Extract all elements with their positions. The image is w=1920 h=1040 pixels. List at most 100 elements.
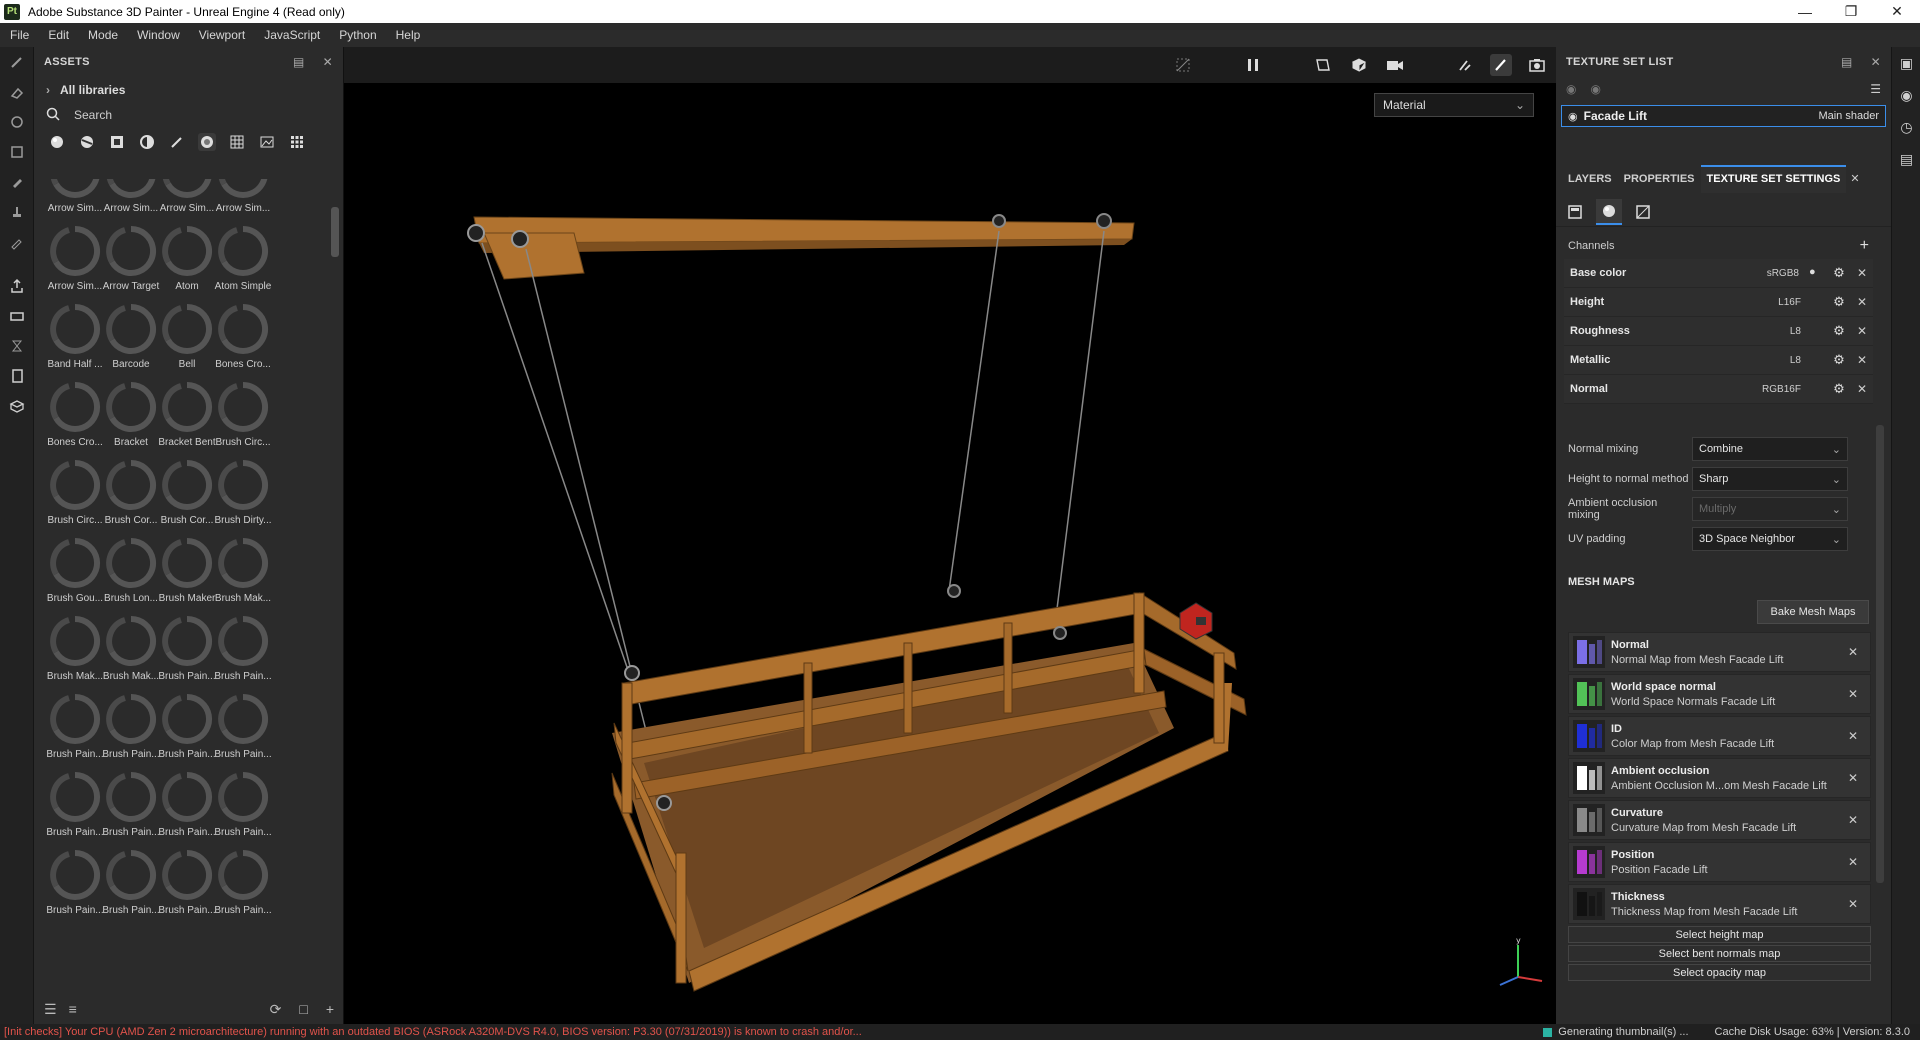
color-profile-icon[interactable]: ● <box>1809 266 1823 280</box>
restore-button[interactable]: ❐ <box>1828 0 1874 23</box>
mesh-map-source[interactable]: Normal Map from Mesh Facade Lift <box>1611 654 1783 666</box>
channel-format[interactable]: L8 <box>1790 355 1801 366</box>
camera-icon[interactable] <box>1384 54 1406 76</box>
channel-row[interactable]: Metallic L8 ⚙ ✕ <box>1564 346 1873 375</box>
pause-icon[interactable] <box>1242 54 1264 76</box>
mesh-map-source[interactable]: World Space Normals Facade Lift <box>1611 696 1775 708</box>
select-opacity-map-button[interactable]: Select opacity map <box>1568 964 1871 981</box>
undock-icon[interactable]: ▤ <box>293 55 305 69</box>
symmetry-icon[interactable] <box>1454 54 1476 76</box>
procedural-filter-icon[interactable] <box>138 133 156 151</box>
texture-set-icon[interactable] <box>1562 199 1588 225</box>
paint-brush-icon[interactable] <box>0 47 34 77</box>
grid-view-icon[interactable] <box>288 133 306 151</box>
asset-thumbnail[interactable]: Brush Mak... <box>210 533 276 611</box>
clone-stamp-icon[interactable] <box>0 197 34 227</box>
close-icon[interactable]: ✕ <box>1848 771 1858 785</box>
mesh-map-row[interactable]: ID Color Map from Mesh Facade Lift ✕ <box>1568 716 1871 756</box>
history-icon[interactable]: ◷ <box>1892 111 1920 143</box>
menu-python[interactable]: Python <box>339 28 376 42</box>
refresh-icon[interactable]: ⟳ <box>270 1001 282 1018</box>
mesh-map-source[interactable]: Thickness Map from Mesh Facade Lift <box>1611 906 1797 918</box>
channel-row[interactable]: Base color sRGB8 ● ⚙ ✕ <box>1564 259 1873 288</box>
document-icon[interactable] <box>0 361 34 391</box>
asset-thumbnail[interactable]: Brush Dirty... <box>210 455 276 533</box>
menu-javascript[interactable]: JavaScript <box>264 28 320 42</box>
paint-mode-icon[interactable] <box>1490 54 1512 76</box>
2d-view-icon[interactable] <box>1312 54 1334 76</box>
alpha-filter-icon[interactable] <box>198 133 216 151</box>
geometry-mask-icon[interactable] <box>0 137 34 167</box>
cube-icon[interactable] <box>0 391 34 421</box>
show-all-icon[interactable]: ◉ <box>1590 82 1600 96</box>
close-icon[interactable]: ✕ <box>1848 855 1858 869</box>
gear-icon[interactable]: ⚙ <box>1831 294 1847 310</box>
undock-icon[interactable]: ▤ <box>1841 55 1853 69</box>
mesh-map-row[interactable]: World space normal World Space Normals Fa… <box>1568 674 1871 714</box>
gear-icon[interactable]: ⚙ <box>1831 265 1847 281</box>
mask-filter-icon[interactable] <box>108 133 126 151</box>
add-channel-icon[interactable]: + <box>1860 237 1869 255</box>
texture-set-shader[interactable]: Main shader <box>1818 110 1879 122</box>
eye-icon[interactable]: ◉ <box>1568 110 1578 123</box>
eraser-icon[interactable] <box>0 77 34 107</box>
close-icon[interactable]: ✕ <box>1857 324 1867 338</box>
error-message[interactable]: [Init checks] Your CPU (AMD Zen 2 microa… <box>4 1026 864 1038</box>
asset-thumbnail[interactable]: Bones Cro... <box>210 299 276 377</box>
hide-all-icon[interactable]: ◉ <box>1566 82 1576 96</box>
list-view-icon[interactable]: ☰ <box>44 1001 57 1018</box>
mesh-map-row[interactable]: Normal Normal Map from Mesh Facade Lift ✕ <box>1568 632 1871 672</box>
collapse-icon[interactable]: ≡ <box>69 1001 77 1017</box>
channel-row[interactable]: Height L16F ⚙ ✕ <box>1564 288 1873 317</box>
close-icon[interactable]: ✕ <box>1848 897 1858 911</box>
menu-file[interactable]: File <box>10 28 29 42</box>
close-icon[interactable]: ✕ <box>1848 729 1858 743</box>
texture-filter-icon[interactable] <box>228 133 246 151</box>
menu-viewport[interactable]: Viewport <box>199 28 245 42</box>
channel-format[interactable]: L16F <box>1778 297 1801 308</box>
mesh-map-row[interactable]: Thickness Thickness Map from Mesh Facade … <box>1568 884 1871 924</box>
channel-format[interactable]: sRGB8 <box>1767 268 1799 279</box>
viewport[interactable]: Material ⌄ y <box>344 47 1556 1024</box>
uv-padding-select[interactable]: 3D Space Neighbor ⌄ <box>1692 527 1848 551</box>
log-icon[interactable]: ▤ <box>1892 143 1920 175</box>
mesh-map-source[interactable]: Color Map from Mesh Facade Lift <box>1611 738 1774 750</box>
brush-filter-icon[interactable] <box>168 133 186 151</box>
asset-thumbnail[interactable]: Brush Pain... <box>210 767 276 845</box>
asset-thumbnail[interactable]: Brush Circ... <box>210 377 276 455</box>
add-icon[interactable]: + <box>326 1001 334 1018</box>
gear-icon[interactable]: ⚙ <box>1831 381 1847 397</box>
menu-help[interactable]: Help <box>396 28 421 42</box>
bake-icon[interactable] <box>0 301 34 331</box>
color-picker-icon[interactable] <box>0 227 34 257</box>
settings-scrollbar[interactable] <box>1876 425 1884 883</box>
hide-icon[interactable] <box>1172 54 1194 76</box>
channel-format[interactable]: RGB16F <box>1762 384 1801 395</box>
asset-thumbnail[interactable]: Brush Pain... <box>210 611 276 689</box>
select-height-map-button[interactable]: Select height map <box>1568 926 1871 943</box>
asset-thumbnail[interactable]: Atom Simple <box>210 221 276 299</box>
texture-set-item[interactable]: ◉ Facade Lift Main shader <box>1561 105 1886 127</box>
menu-icon[interactable]: ☰ <box>1870 82 1881 96</box>
projection-icon[interactable] <box>0 107 34 137</box>
close-panel-icon[interactable]: ✕ <box>1871 55 1881 69</box>
bake-mesh-maps-button[interactable]: Bake Mesh Maps <box>1757 600 1869 624</box>
asset-thumbnail[interactable]: Brush Pain... <box>210 689 276 767</box>
search-input[interactable]: Search <box>74 108 112 122</box>
asset-search[interactable]: Search <box>34 103 343 127</box>
mesh-map-row[interactable]: Curvature Curvature Map from Mesh Facade … <box>1568 800 1871 840</box>
close-icon[interactable]: ✕ <box>1848 813 1858 827</box>
channel-row[interactable]: Roughness L8 ⚙ ✕ <box>1564 317 1873 346</box>
folder-icon[interactable]: □ <box>299 1001 307 1018</box>
close-icon[interactable]: ✕ <box>1857 353 1867 367</box>
mesh-map-source[interactable]: Position Facade Lift <box>1611 864 1708 876</box>
height-to-normal-select[interactable]: Sharp ⌄ <box>1692 467 1848 491</box>
libraries-selector[interactable]: › All libraries <box>34 77 343 103</box>
screenshot-icon[interactable] <box>1526 54 1548 76</box>
shader-settings-icon[interactable]: ◉ <box>1892 79 1920 111</box>
mesh-map-source[interactable]: Curvature Map from Mesh Facade Lift <box>1611 822 1796 834</box>
tab-texture-set-settings[interactable]: TEXTURE SET SETTINGS <box>1700 165 1847 193</box>
tab-layers[interactable]: LAYERS <box>1562 173 1618 193</box>
environment-filter-icon[interactable] <box>258 133 276 151</box>
menu-mode[interactable]: Mode <box>88 28 118 42</box>
